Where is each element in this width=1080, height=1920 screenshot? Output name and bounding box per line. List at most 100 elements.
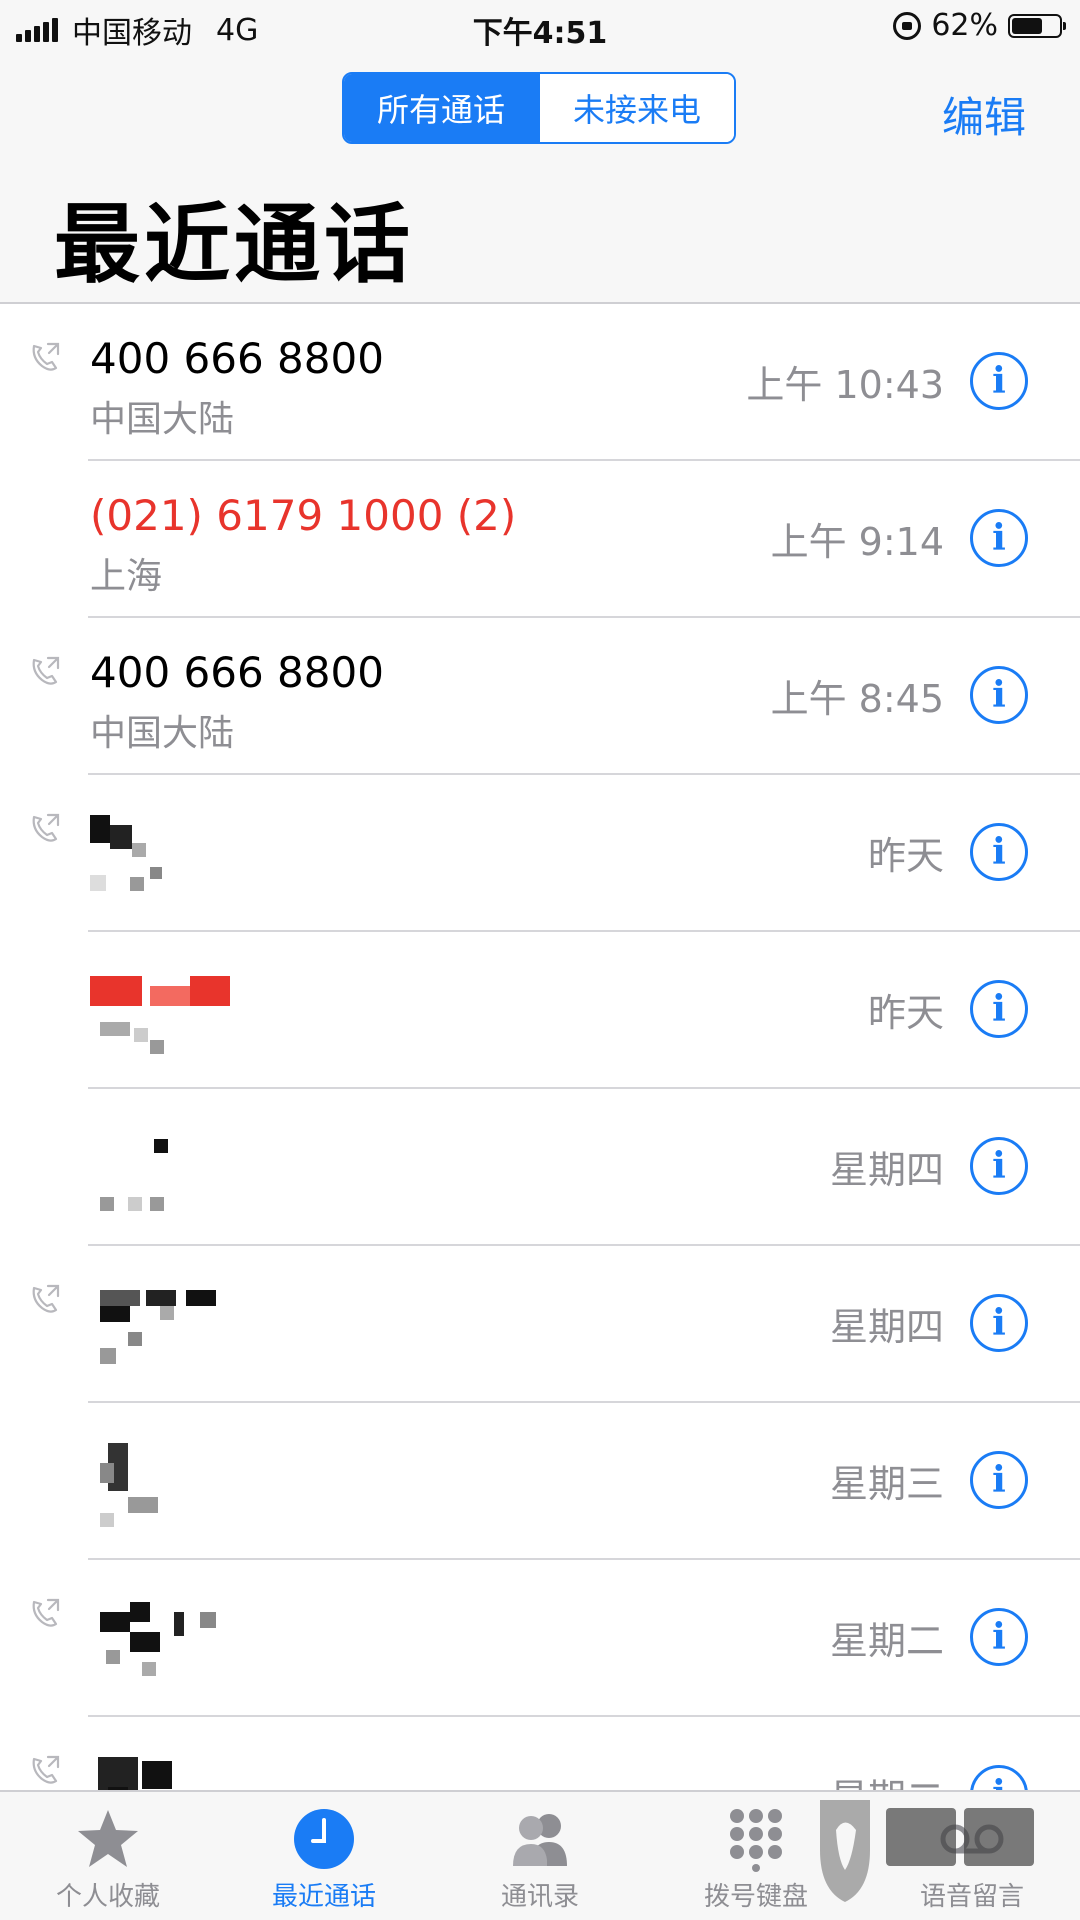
redaction-pixel [186,1290,216,1306]
redaction-pixel [100,1022,130,1036]
clock-icon [289,1806,359,1872]
recent-calls-list: 400 666 8800 中国大陆 上午 10:43 i (021) 6179 1000… [0,304,1080,1874]
redacted-contact [90,962,290,1062]
segment-all-calls[interactable]: 所有通话 [344,74,538,142]
call-number: (021) 6179 1000 (2) [90,491,517,540]
info-icon[interactable]: i [970,823,1028,881]
redaction-pixel [90,976,142,1006]
call-time: 星期三 [829,1462,944,1506]
status-bar: 中国移动 4G 下午4:51 62% [0,0,1080,54]
redaction-pixel [130,1632,160,1652]
edit-button[interactable]: 编辑 [942,84,1026,145]
redaction-pixel [110,825,132,849]
outgoing-call-icon [28,1753,62,1787]
info-icon[interactable]: i [970,1137,1028,1195]
call-time: 上午 9:14 [770,520,944,564]
call-location: 中国大陆 [90,713,235,754]
keypad-icon [721,1806,791,1872]
rotation-lock-icon [893,11,922,40]
call-location: 上海 [90,556,163,597]
redaction-pixel [190,976,230,1006]
tab-label: 拨号键盘 [703,1882,808,1912]
call-time: 星期四 [829,1148,944,1192]
redaction-pixel [100,1197,114,1211]
status-bar-right: 62% [893,8,1066,43]
info-icon[interactable]: i [970,666,1028,724]
watermark-logo [820,1800,1034,1902]
redaction-pixel [200,1612,216,1628]
redaction-pixel [100,1612,130,1632]
redaction-pixel [142,1761,172,1789]
call-row[interactable]: 星期四 i [0,1246,1080,1403]
redaction-pixel [100,1348,116,1364]
info-icon[interactable]: i [970,1451,1028,1509]
call-time: 星期四 [829,1305,944,1349]
call-location: 中国大陆 [90,399,235,440]
info-icon[interactable]: i [970,1608,1028,1666]
info-icon[interactable]: i [970,352,1028,410]
redaction-pixel [100,1306,130,1322]
redaction-pixel [130,877,144,891]
tab-star[interactable]: 个人收藏 [0,1792,216,1920]
outgoing-call-icon [28,1282,62,1316]
call-time: 昨天 [867,834,944,878]
redaction-pixel [150,1197,164,1211]
redaction-pixel [130,1602,150,1622]
call-filter-segmented-control: 所有通话 未接来电 [342,72,736,144]
redaction-pixel [100,1513,114,1527]
segment-missed-calls[interactable]: 未接来电 [538,74,734,142]
redaction-pixel [160,1306,174,1320]
redaction-pixel [128,1197,142,1211]
redaction-pixel [106,1650,120,1664]
call-number: 400 666 8800 [90,648,384,697]
redaction-pixel [90,875,106,891]
nav-bar: 所有通话 未接来电 编辑 最近通话 [0,54,1080,304]
redaction-pixel [150,986,190,1006]
tab-clock[interactable]: 最近通话 [216,1792,432,1920]
redaction-pixel [128,1332,142,1346]
tab-label: 最近通话 [271,1882,376,1912]
battery-percent: 62% [931,8,998,43]
redacted-contact [90,1276,290,1376]
redaction-pixel [150,1040,164,1054]
redaction-pixel [100,1290,140,1306]
call-row[interactable]: 昨天 i [0,932,1080,1089]
call-time: 星期二 [829,1619,944,1663]
outgoing-call-icon [28,340,62,374]
page-title: 最近通话 [54,195,414,295]
redaction-pixel [146,1290,176,1306]
outgoing-call-icon [28,811,62,845]
redaction-pixel [174,1612,184,1636]
redaction-pixel [154,1139,168,1153]
redaction-pixel [132,843,146,857]
outgoing-call-icon [28,654,62,688]
redacted-contact [90,1433,290,1533]
call-row[interactable]: 昨天 i [0,775,1080,932]
call-row[interactable]: 400 666 8800 中国大陆 上午 10:43 i [0,304,1080,461]
info-icon[interactable]: i [970,1294,1028,1352]
redaction-pixel [142,1662,156,1676]
redaction-pixel [128,1497,158,1513]
battery-icon [1008,13,1066,38]
redaction-pixel [134,1028,148,1042]
call-time: 昨天 [867,991,944,1035]
call-number: 400 666 8800 [90,334,384,383]
redacted-contact [90,805,290,905]
call-row[interactable]: 星期三 i [0,1403,1080,1560]
call-row[interactable]: 星期四 i [0,1089,1080,1246]
call-row[interactable]: (021) 6179 1000 (2) 上海 上午 9:14 i [0,461,1080,618]
call-time: 上午 8:45 [770,677,944,721]
tab-label: 个人收藏 [55,1882,160,1912]
outgoing-call-icon [28,1596,62,1630]
call-time: 上午 10:43 [746,363,944,407]
star-icon [73,1806,143,1872]
tab-contacts[interactable]: 通讯录 [432,1792,648,1920]
info-icon[interactable]: i [970,980,1028,1038]
call-row[interactable]: 400 666 8800 中国大陆 上午 8:45 i [0,618,1080,775]
contacts-icon [505,1806,575,1872]
info-icon[interactable]: i [970,509,1028,567]
tab-label: 通讯录 [500,1882,579,1912]
redaction-pixel [100,1463,114,1483]
redacted-contact [90,1590,290,1690]
call-row[interactable]: 星期二 i [0,1560,1080,1717]
